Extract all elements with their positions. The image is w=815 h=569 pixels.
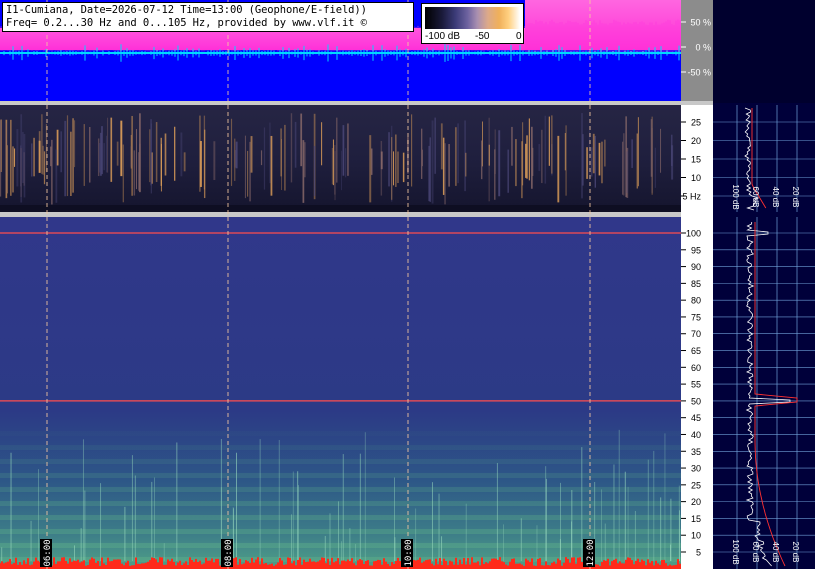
- high-spectrogram-band: [0, 501, 681, 506]
- panel-separator-mid: [0, 212, 713, 217]
- frequency-tick-label: 100: [686, 229, 701, 239]
- low-spectrogram-floor: [0, 205, 681, 212]
- caption-frequency-info: Freq= 0.2...30 Hz and 0...105 Hz, provid…: [6, 17, 367, 29]
- spectrum-top-box: [713, 0, 815, 103]
- waveform-tick-label: 50 %: [690, 18, 711, 28]
- waveform-axis: 50 % 0 % -50 %: [681, 0, 713, 101]
- waveform-tick-label: 0 %: [695, 43, 711, 53]
- frequency-tick-label: 5: [696, 548, 701, 558]
- frequency-tick-label: 55: [691, 380, 701, 390]
- time-label-group: 08:00: [221, 539, 234, 567]
- colorbar-label-min: -100 dB: [425, 31, 461, 42]
- frequency-tick-label: 35: [691, 447, 701, 457]
- panel-separator-top: [0, 101, 713, 105]
- frequency-tick-label: 5 Hz: [682, 192, 701, 202]
- colorbar-label-max: 0: [516, 31, 522, 42]
- frequency-tick-label: 10: [691, 531, 701, 541]
- frequency-tick-label: 30: [691, 464, 701, 474]
- frequency-tick-label: 60: [691, 363, 701, 373]
- frequency-tick-label: 75: [691, 312, 701, 322]
- frequency-tick-label: 90: [691, 262, 701, 272]
- time-label-group: 06:00: [40, 539, 53, 567]
- frequency-tick-label: 65: [691, 346, 701, 356]
- frequency-tick-label: 15: [691, 514, 701, 524]
- time-tick-label: 08:00: [224, 539, 234, 566]
- time-tick-label: 12:00: [586, 539, 596, 566]
- colorbar: -100 dB -50 0: [421, 3, 524, 44]
- waveform-tick-label: -50 %: [687, 68, 711, 78]
- frequency-tick-label: 85: [691, 279, 701, 289]
- high-spectrogram-band: [0, 445, 681, 450]
- colorbar-gradient: [425, 7, 520, 29]
- high-spectrogram-band: [0, 529, 681, 534]
- time-tick-label: 06:00: [43, 539, 53, 566]
- frequency-tick-label: 25: [691, 480, 701, 490]
- high-spectrogram-band: [0, 515, 681, 520]
- high-spectrogram-band: [0, 431, 681, 436]
- spectrum-panel: 100 dB 60 dB 40 dB 20 dB 100 dB 60 dB 40 dB 20 …: [713, 0, 815, 569]
- spectrum-x-label: 100 dB: [731, 539, 740, 564]
- frequency-tick-label: 25: [691, 118, 701, 128]
- spectrum-x-label: 60 dB: [751, 542, 760, 563]
- frequency-tick-label: 70: [691, 329, 701, 339]
- plot-canvas: 50 %0 %-50 % 252015105 Hz 10095908580757…: [0, 0, 815, 569]
- spectrum-x-label: 60 dB: [751, 187, 760, 208]
- time-label-group: 12:00: [583, 539, 596, 567]
- spectrum-x-label: 100 dB: [731, 184, 740, 209]
- caption-title: I1-Cumiana, Date=2026-07-12 Time=13:00 (…: [6, 4, 367, 16]
- high-spectrogram-band: [0, 487, 681, 492]
- colorbar-label-mid: -50: [475, 31, 490, 42]
- spectrum-x-label: 40 dB: [771, 187, 780, 208]
- frequency-axis: 25 20 15 10 5 Hz 100 95 90 85 80 75 70 65 60 55 50 45 40…: [681, 105, 713, 569]
- high-spectrogram-band: [0, 473, 681, 478]
- time-label-group: 10:00: [401, 539, 414, 567]
- high-spectrogram-band: [0, 543, 681, 548]
- low-spectrogram-panel: [0, 105, 681, 212]
- vlf-station-display: 50 % 0 % -50 % 25 20 15 10 5 Hz 100 95 90 85 80 75 7…: [0, 0, 815, 569]
- time-tick-label: 10:00: [404, 539, 414, 566]
- caption-box: I1-Cumiana, Date=2026-07-12 Time=13:00 (…: [2, 2, 414, 32]
- high-spectrogram-band: [0, 459, 681, 464]
- frequency-tick-label: 10: [691, 173, 701, 183]
- frequency-tick-label: 15: [691, 155, 701, 165]
- frequency-tick-label: 95: [691, 245, 701, 255]
- spectrum-x-label: 20 dB: [791, 542, 800, 563]
- frequency-tick-label: 50: [691, 396, 701, 406]
- frequency-tick-label: 20: [691, 497, 701, 507]
- frequency-tick-label: 20: [691, 136, 701, 146]
- spectrum-x-label: 20 dB: [791, 187, 800, 208]
- frequency-tick-label: 45: [691, 413, 701, 423]
- high-spectrogram-panel: [0, 217, 681, 569]
- frequency-tick-label: 40: [691, 430, 701, 440]
- spectrum-x-label: 40 dB: [771, 542, 780, 563]
- frequency-tick-label: 80: [691, 296, 701, 306]
